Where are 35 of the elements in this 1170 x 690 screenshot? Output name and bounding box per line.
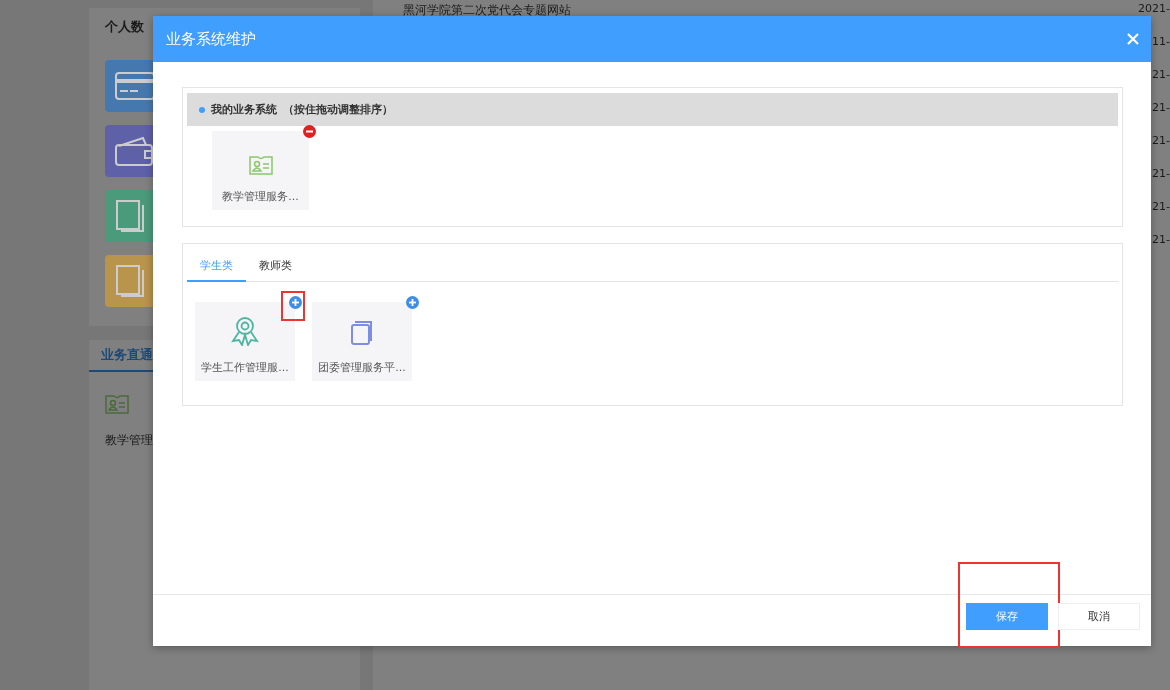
tile-label: 学生工作管理服...: [201, 360, 289, 375]
card-icon: [115, 72, 155, 100]
dialog-title: 业务系统维护: [166, 29, 256, 49]
news-title[interactable]: 黑河学院第二次党代会专题网站: [403, 2, 571, 20]
news-date: 21-: [1152, 200, 1170, 215]
system-tile[interactable]: 教学管理服务...: [212, 131, 309, 210]
ribbon-icon: [231, 316, 259, 346]
add-icon[interactable]: [406, 296, 419, 309]
add-icon[interactable]: [289, 296, 302, 309]
news-date: 21-: [1152, 101, 1170, 116]
remove-icon[interactable]: [303, 125, 316, 138]
news-date: 21-: [1152, 167, 1170, 182]
card-title: 个人数: [105, 18, 144, 36]
news-date: 21-: [1152, 68, 1170, 83]
section-heading: 我的业务系统: [211, 102, 277, 117]
news-date: 21-: [1152, 233, 1170, 248]
bullet-dot: [199, 106, 205, 113]
news-date: 11-: [1152, 35, 1170, 50]
cancel-button[interactable]: 取消: [1058, 603, 1140, 630]
news-date: 2021-: [1138, 2, 1170, 17]
news-date: 21-: [1152, 134, 1170, 149]
book-icon: [115, 199, 145, 233]
id-card-icon: [248, 155, 273, 175]
system-label[interactable]: 教学管理: [105, 432, 153, 449]
id-card-icon: [105, 394, 129, 414]
section-hint: （按住拖动调整排序）: [283, 102, 393, 117]
category-tab[interactable]: 教师类: [246, 252, 305, 282]
book-icon: [115, 264, 145, 298]
tile-label: 团委管理服务平...: [318, 360, 406, 375]
wallet-icon: [115, 136, 155, 166]
close-icon[interactable]: [1127, 33, 1139, 45]
system-tile[interactable]: 团委管理服务平...: [312, 302, 412, 381]
book-icon: [350, 320, 374, 346]
system-tile[interactable]: 学生工作管理服...: [195, 302, 295, 381]
tile-label: 教学管理服务...: [222, 189, 299, 204]
